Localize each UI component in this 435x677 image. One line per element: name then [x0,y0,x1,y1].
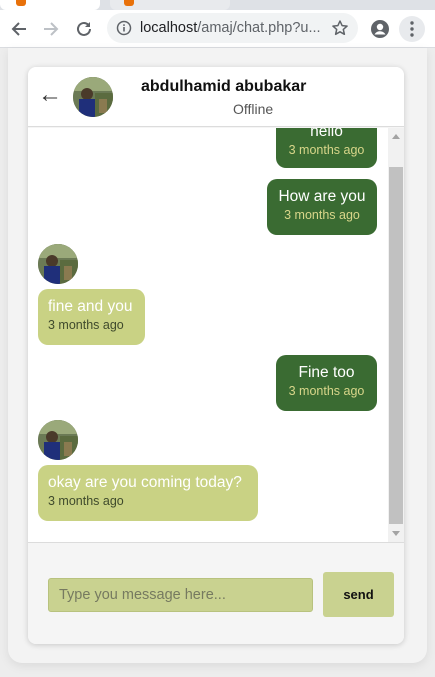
message-text: Fine too [298,364,355,381]
message-text: okay are you coming today? [48,474,242,491]
contact-name: abdulhamid abubakar [141,78,307,95]
star-icon[interactable] [331,19,349,42]
tab-favicon [124,0,134,6]
message-outgoing: How are you 3 months ago [267,179,377,235]
browser-tab[interactable] [110,0,230,10]
scrollbar-thumb[interactable] [389,167,403,524]
url-host: localhost [140,20,198,36]
message-time: 3 months ago [288,384,365,398]
message-incoming: fine and you 3 months ago [38,289,145,345]
avatar [73,77,113,117]
url-path: /amaj/chat.php?u... [197,20,321,36]
back-arrow-icon[interactable]: ← [38,83,62,107]
message-text: hello [310,128,343,140]
send-button[interactable]: send [323,572,394,617]
message-outgoing: Fine too 3 months ago [276,355,377,411]
message-incoming: okay are you coming today? 3 months ago [38,465,258,521]
message-composer: send [28,542,404,644]
browser-toolbar: localhost/amaj/chat.php?u... [0,10,435,48]
info-icon[interactable] [116,20,132,41]
url-text[interactable]: localhost/amaj/chat.php?u... [140,20,321,36]
forward-icon[interactable] [39,17,63,41]
reload-icon[interactable] [72,17,96,41]
contact-status: Offline [233,101,274,117]
message-text: How are you [278,188,366,205]
browser-tab-active[interactable] [0,0,100,10]
avatar [38,244,78,284]
message-text: fine and you [48,298,133,315]
tab-favicon [16,0,26,6]
message-input[interactable] [48,578,313,612]
back-icon[interactable] [7,17,31,41]
chat-header: ← abdulhamid abubakar Offline [28,67,404,127]
message-time: 3 months ago [48,318,124,332]
message-time: 3 months ago [48,494,124,508]
address-bar[interactable]: localhost/amaj/chat.php?u... [107,13,358,43]
avatar [38,420,78,460]
browser-tab-strip [0,0,435,10]
message-time: 3 months ago [288,143,365,157]
message-scrollbar[interactable] [388,128,404,542]
scroll-up-arrow-icon[interactable] [392,134,400,139]
scroll-down-arrow-icon[interactable] [392,531,400,536]
message-time: 3 months ago [284,208,360,222]
chat-window: ← abdulhamid abubakar Offline hello 3 mo… [28,67,404,644]
profile-icon[interactable] [368,17,392,41]
message-list[interactable]: hello 3 months ago How are you 3 months … [28,128,404,542]
menu-icon[interactable] [399,16,425,42]
message-outgoing: hello 3 months ago [276,128,377,168]
